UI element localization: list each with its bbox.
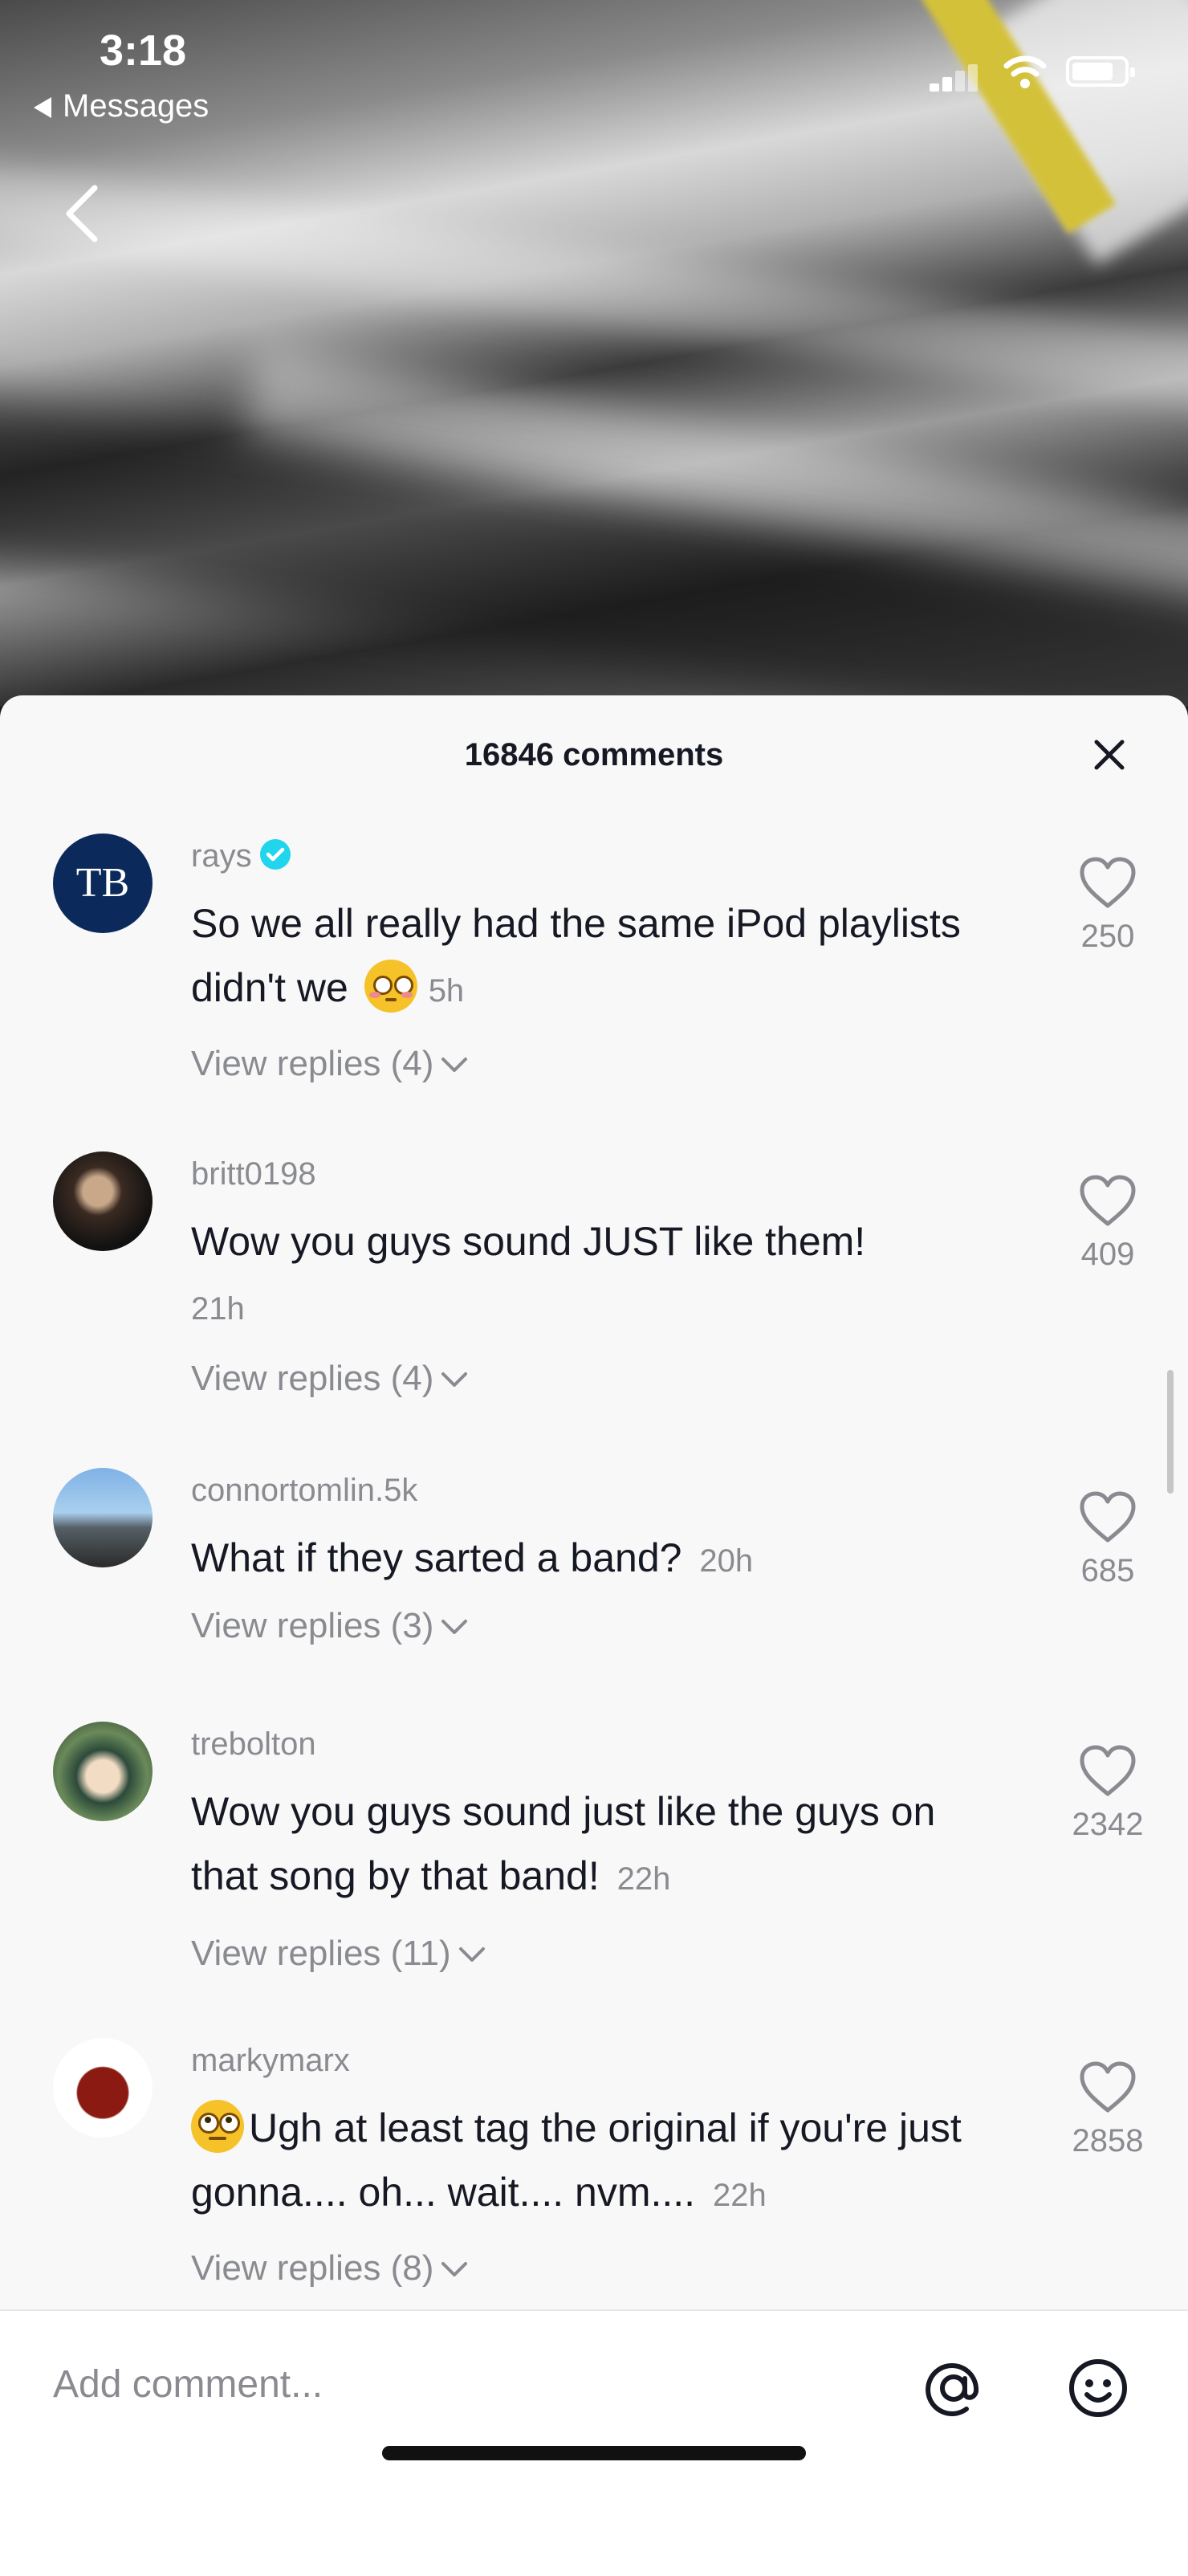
status-time: 3:18 — [100, 26, 187, 75]
heart-icon — [1080, 2061, 1136, 2113]
comment-input-bar: Add comment... — [0, 2309, 1188, 2576]
comment-time: 20h — [699, 1543, 754, 1579]
view-replies-button[interactable]: View replies (8) — [191, 2248, 469, 2289]
back-to-app-button[interactable]: Messages — [34, 88, 209, 124]
emoji-icon[interactable] — [1066, 2356, 1130, 2420]
avatar[interactable] — [53, 1151, 153, 1251]
battery-icon — [1066, 56, 1135, 87]
comment-username[interactable]: markymarx — [191, 2043, 350, 2079]
view-replies-button[interactable]: View replies (4) — [191, 1359, 469, 1399]
comment-text: Ugh at least tag the original if you're … — [191, 2096, 994, 2228]
wifi-icon — [1003, 55, 1047, 88]
view-replies-button[interactable]: View replies (4) — [191, 1044, 469, 1084]
home-indicator[interactable] — [382, 2446, 806, 2460]
avatar[interactable] — [53, 2038, 153, 2138]
avatar[interactable]: TB — [53, 834, 153, 933]
like-button[interactable]: 409 — [1044, 1172, 1172, 1273]
rolling-eyes-face-icon — [191, 2100, 244, 2153]
back-triangle-icon — [34, 97, 51, 119]
back-app-label: Messages — [63, 88, 210, 124]
like-count: 409 — [1080, 1237, 1135, 1272]
avatar[interactable] — [53, 1468, 153, 1567]
comment-text: Wow you guys sound JUST like them! 21h — [191, 1219, 866, 1327]
like-button[interactable]: 685 — [1044, 1489, 1172, 1589]
chevron-down-icon — [441, 1620, 468, 1635]
comments-count-title: 16846 comments — [464, 737, 724, 772]
scrollbar[interactable] — [1167, 1370, 1174, 1494]
at-icon[interactable] — [922, 2356, 986, 2420]
comments-sheet: 16846 comments TB rays So we all really … — [0, 695, 1188, 2574]
chevron-down-icon — [441, 1058, 468, 1073]
heart-icon — [1080, 1745, 1136, 1796]
comment-time: 21h — [191, 1291, 245, 1327]
heart-icon — [1080, 857, 1136, 908]
back-chevron-icon[interactable] — [58, 183, 106, 244]
like-button[interactable]: 250 — [1044, 854, 1172, 955]
view-replies-button[interactable]: View replies (3) — [191, 1606, 469, 1646]
chevron-down-icon — [441, 1372, 468, 1388]
comment-time: 22h — [616, 1861, 671, 1897]
like-button[interactable]: 2858 — [1044, 2059, 1172, 2159]
verified-badge-icon — [259, 839, 291, 870]
avatar-monogram: TB — [75, 860, 130, 906]
like-count: 2342 — [1072, 1807, 1144, 1842]
heart-icon — [1080, 1491, 1136, 1543]
comment-text: What if they sarted a band? 20h — [191, 1535, 754, 1580]
close-icon[interactable] — [1085, 731, 1133, 779]
view-replies-button[interactable]: View replies (11) — [191, 1934, 486, 1974]
comment-text: Wow you guys sound just like the guys on… — [191, 1789, 936, 1898]
chevron-down-icon — [458, 1947, 485, 1963]
chevron-down-icon — [441, 2262, 468, 2277]
comment-username[interactable]: rays — [191, 838, 291, 874]
cellular-signal-icon — [930, 59, 989, 92]
like-count: 685 — [1080, 1553, 1135, 1588]
like-button[interactable]: 2342 — [1044, 1742, 1172, 1843]
avatar[interactable] — [53, 1722, 153, 1821]
comment-text: So we all really had the same iPod playl… — [191, 891, 994, 1023]
comment-username[interactable]: britt0198 — [191, 1156, 316, 1192]
like-count: 2858 — [1072, 2123, 1144, 2158]
comment-time: 5h — [428, 973, 465, 1009]
comment-time: 22h — [712, 2178, 767, 2213]
flushed-face-icon — [364, 960, 417, 1013]
heart-icon — [1080, 1175, 1136, 1226]
comment-username[interactable]: trebolton — [191, 1726, 316, 1763]
like-count: 250 — [1080, 919, 1135, 954]
add-comment-input[interactable]: Add comment... — [53, 2362, 323, 2407]
comment-username[interactable]: connortomlin.5k — [191, 1473, 417, 1509]
